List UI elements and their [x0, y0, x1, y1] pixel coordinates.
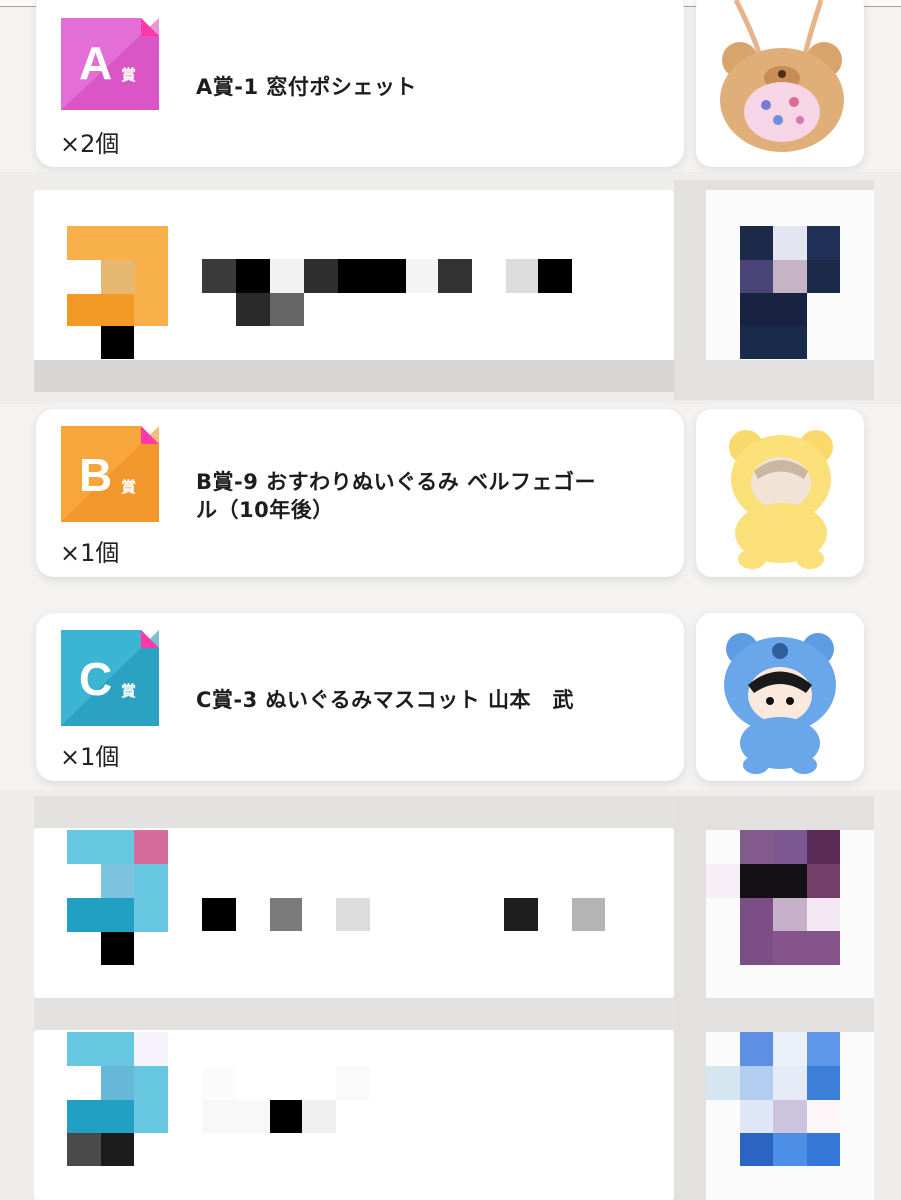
mosaic-block [773, 1066, 807, 1100]
mosaic-block [807, 1066, 840, 1100]
mosaic-block [34, 796, 674, 828]
mosaic-block [807, 1032, 840, 1066]
censored-strip-1 [34, 360, 674, 392]
prize-b-quantity: ×1個 [60, 539, 120, 567]
mosaic-block [740, 864, 807, 898]
mosaic-block [740, 898, 773, 965]
mosaic-block [740, 260, 773, 293]
mosaic-block [67, 1100, 134, 1133]
mosaic-block [338, 259, 406, 293]
prize-a-quantity: ×2個 [60, 130, 120, 158]
mosaic-block [740, 326, 807, 359]
mosaic-block [538, 259, 572, 293]
blue-bear-plush-icon [724, 633, 836, 774]
prize-b-title-line1: B賞-9 おすわりぬいぐるみ ベルフェゴー [196, 470, 597, 494]
prize-c-quantity: ×1個 [60, 743, 120, 771]
mosaic-block [572, 898, 605, 931]
mosaic-block [67, 898, 134, 932]
mosaic-block [773, 1133, 807, 1166]
mosaic-block [807, 1133, 840, 1166]
prize-b-image[interactable] [696, 409, 864, 577]
mosaic-block [807, 226, 840, 260]
prize-a-letter: A [79, 37, 113, 89]
mosaic-block [202, 259, 236, 293]
mosaic-block [304, 259, 338, 293]
prize-a-kanji: 賞 [121, 66, 137, 84]
mosaic-block [134, 830, 168, 864]
mosaic-block [202, 1066, 236, 1100]
mosaic-block [270, 293, 304, 326]
mosaic-block [740, 1032, 773, 1066]
mosaic-block [773, 931, 840, 965]
mosaic-block [134, 864, 168, 932]
mosaic-block [438, 259, 472, 293]
mosaic-block [67, 864, 101, 898]
prize-b-kanji: 賞 [121, 478, 137, 496]
mosaic-block [807, 1100, 840, 1133]
mosaic-block [302, 1100, 336, 1133]
mosaic-block [67, 1066, 101, 1100]
mosaic-block [67, 1032, 134, 1066]
mosaic-block [67, 260, 101, 294]
prize-b-letter: B [79, 449, 113, 501]
mosaic-block [336, 898, 370, 931]
prize-card-b[interactable]: B 賞 ×1個 B賞-9 おすわりぬいぐるみ ベルフェゴー ル（10年後） [36, 409, 684, 577]
mosaic-block [807, 260, 840, 293]
mosaic-block [270, 1100, 302, 1133]
mosaic-block [236, 293, 270, 326]
mosaic-block [773, 1032, 807, 1066]
mosaic-block [134, 1032, 168, 1066]
mosaic-block [101, 932, 134, 965]
mosaic-block [773, 1100, 807, 1133]
mosaic-block [406, 259, 438, 293]
prize-b-badge: B 賞 [61, 426, 159, 522]
mosaic-block [236, 259, 270, 293]
prize-a-title: A賞-1 窓付ポシェット [196, 75, 417, 99]
yellow-bear-plush-icon [729, 430, 833, 569]
mosaic-block [706, 864, 740, 898]
mosaic-block [101, 326, 134, 359]
mosaic-block [740, 1133, 773, 1166]
mosaic-block [270, 259, 304, 293]
prize-b-title-line2: ル（10年後） [196, 498, 334, 522]
prize-c-badge: C 賞 [61, 630, 159, 726]
mosaic-block [773, 260, 807, 293]
bear-pochette-icon [720, 0, 844, 152]
mosaic-block [134, 1066, 168, 1133]
mosaic-block [67, 830, 134, 864]
mosaic-block [202, 898, 236, 931]
prize-card-a[interactable]: A 賞 ×2個 A賞-1 窓付ポシェット [36, 0, 684, 167]
mosaic-block [740, 1066, 773, 1100]
prize-card-c[interactable]: C 賞 ×1個 C賞-3 ぬいぐるみマスコット 山本 武 [36, 613, 684, 781]
prize-a-badge: A 賞 [61, 18, 159, 110]
mosaic-block [773, 226, 807, 260]
mosaic-block [504, 898, 538, 931]
mosaic-block [34, 998, 674, 1030]
prize-c-image[interactable] [696, 613, 864, 781]
mosaic-block [740, 293, 807, 326]
mosaic-block [740, 226, 773, 260]
mosaic-block [101, 1133, 134, 1166]
mosaic-block [807, 864, 840, 898]
prize-a-image[interactable] [696, 0, 864, 167]
mosaic-block [740, 830, 773, 864]
prize-c-kanji: 賞 [121, 682, 137, 700]
mosaic-block [101, 864, 134, 898]
mosaic-block [773, 830, 807, 864]
mosaic-block [740, 1100, 773, 1133]
mosaic-block [773, 898, 807, 931]
mosaic-block [101, 1066, 134, 1100]
mosaic-block [202, 1100, 270, 1133]
mosaic-block [706, 1066, 740, 1100]
mosaic-block [807, 830, 840, 864]
prize-c-letter: C [79, 653, 113, 705]
mosaic-block [67, 1133, 101, 1166]
mosaic-block [101, 260, 135, 294]
mosaic-block [336, 1066, 370, 1100]
mosaic-block [506, 259, 538, 293]
mosaic-block [67, 294, 134, 326]
mosaic-block [807, 898, 840, 931]
prize-c-title: C賞-3 ぬいぐるみマスコット 山本 武 [196, 688, 574, 712]
mosaic-block [270, 898, 302, 931]
